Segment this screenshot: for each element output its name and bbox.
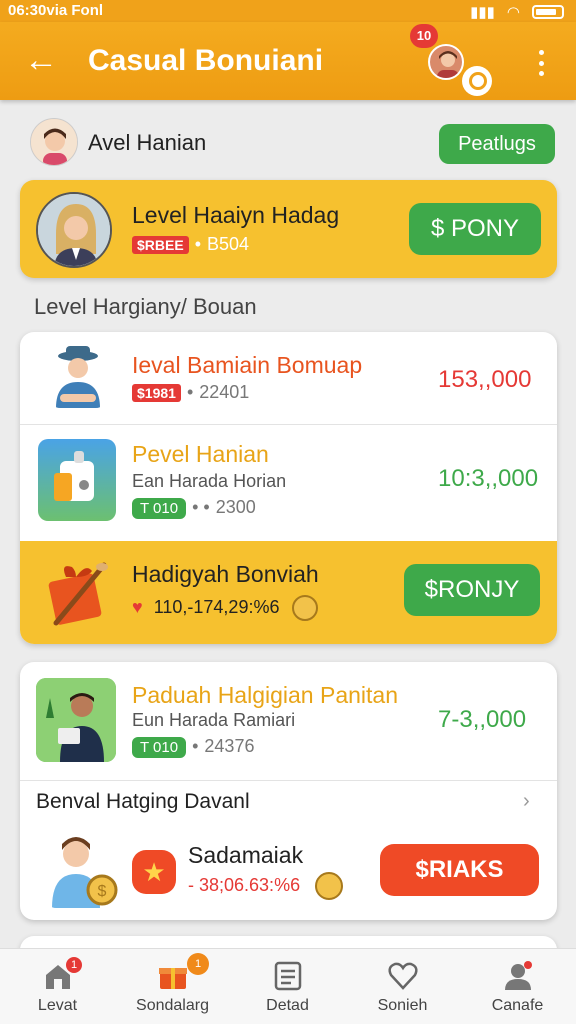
offer-meta: - 38;06.63:%6 <box>188 874 301 895</box>
star-badge-icon: ★ <box>132 850 176 894</box>
nav-item-detad[interactable]: Detad <box>230 949 345 1024</box>
item-meta: T 010 • • 2300 <box>132 497 256 519</box>
battery-icon <box>532 5 564 19</box>
status-time: 06:30via Fonl <box>8 2 104 19</box>
app-bar: ← Casual Bonuiani 10 <box>0 22 576 100</box>
item-subtitle: Ean Harada Horian <box>132 471 287 491</box>
featured-meta-value: B504 <box>207 234 250 254</box>
item-title: Ieval Bamiain Bomuap <box>132 352 363 378</box>
featured-tag: $RBEE <box>132 236 189 254</box>
profile-icon <box>505 961 532 990</box>
page-title: Casual Bonuiani <box>88 44 324 77</box>
profile-row: Avel Hanian Peatlugs <box>30 118 560 172</box>
item-meta-value: 24376 <box>204 736 255 756</box>
app-icon <box>38 439 116 521</box>
profile-action-button[interactable]: Peatlugs <box>439 124 555 164</box>
item-tag: T 010 <box>132 498 187 519</box>
nav-item-sondalarg[interactable]: 1 Sondalarg <box>115 949 230 1024</box>
nav-item-sonieh[interactable]: Sonieh <box>345 949 460 1024</box>
nav-label: Canafe <box>491 997 544 1014</box>
subsection-title: Benval Hatging Davanl <box>36 790 250 813</box>
item-meta: $1981 • 22401 <box>132 382 249 403</box>
nav-item-levat[interactable]: 1 Levat <box>0 949 115 1024</box>
heart-icon: ♥ <box>132 596 143 617</box>
coin-icon <box>315 872 344 900</box>
promo-title: Hadigyah Bonviah <box>132 561 319 587</box>
more-menu-icon[interactable] <box>530 46 552 80</box>
featured-meta: $RBEE • B504 <box>132 234 249 255</box>
list-item[interactable]: Pevel Hanian Ean Harada Horian T 010 • • 2… <box>20 425 557 541</box>
signal-icon: ▮▮▮ <box>470 4 495 21</box>
worker-icon <box>36 678 116 762</box>
promo-meta-row: ♥ 110,-174,29:%6 <box>132 595 319 621</box>
section-title: Level Hargiany/ Bouan <box>34 294 257 319</box>
promo-buy-button[interactable]: $RONJY <box>404 564 540 616</box>
farmer-icon <box>50 342 106 408</box>
gift-box-icon <box>159 968 187 989</box>
product-list-card: Ieval Bamiain Bomuap $1981 • 22401 153,,00… <box>20 332 557 644</box>
profile-avatar[interactable] <box>30 118 78 166</box>
nav-label: Detad <box>266 997 309 1014</box>
item-meta-value: 22401 <box>199 382 250 402</box>
bottom-nav: 1 Levat 1 Sondalarg Detad Sonieh Canafe <box>0 948 576 1024</box>
nav-badge: 1 <box>187 953 209 975</box>
status-icons: ▮▮▮ ◠ <box>470 3 564 21</box>
header-avatar[interactable] <box>428 44 464 80</box>
offer-title: Sadamaiak <box>188 842 304 868</box>
nav-label: Levat <box>37 997 78 1014</box>
featured-card: Level Haaiyn Hadag $RBEE • B504 $ PONY <box>20 180 557 278</box>
promo-meta: 110,-174,29:%6 <box>153 596 280 617</box>
item-price: 153,,000 <box>438 366 532 393</box>
offer-meta-row: - 38;06.63:%6 <box>188 872 344 900</box>
item-subtitle: Eun Harada Ramiari <box>132 710 296 730</box>
item-price: 7-3,,000 <box>438 706 527 733</box>
featured-avatar <box>36 192 112 268</box>
document-icon <box>274 961 302 991</box>
item-title: Paduah Halgigian Panitan <box>132 682 398 708</box>
wifi-icon: ◠ <box>506 4 520 21</box>
nav-badge: 1 <box>66 957 82 973</box>
item-price: 10:3,,000 <box>438 465 539 492</box>
item-title: Pevel Hanian <box>132 441 269 467</box>
divider <box>20 780 557 781</box>
list-item[interactable]: Ieval Bamiain Bomuap $1981 • 22401 153,,00… <box>20 332 557 424</box>
list-item[interactable]: Paduah Halgigian Panitan Eun Harada Rami… <box>20 662 557 778</box>
chevron-right-icon[interactable]: › <box>523 790 530 813</box>
offer-button[interactable]: $RIAKS <box>380 844 539 896</box>
coin-icon <box>292 595 319 621</box>
profile-name: Avel Hanian <box>88 130 207 155</box>
nav-label: Sondalarg <box>136 997 209 1014</box>
search-icon[interactable] <box>462 66 492 96</box>
offer-row[interactable]: $ ★ Sadamaiak - 38;06.63:%6 $RIAKS <box>20 822 557 920</box>
item-meta-value: 2300 <box>215 497 256 517</box>
featured-title: Level Haaiyn Hadag <box>132 202 340 228</box>
heart-outline-icon <box>388 962 418 990</box>
nav-item-canafe[interactable]: Canafe <box>460 949 575 1024</box>
gift-icon <box>46 557 112 627</box>
status-bar: 06:30via Fonl ▮▮▮ ◠ <box>0 0 576 22</box>
svg-text:$: $ <box>98 883 107 900</box>
notification-badge: 10 <box>410 24 438 48</box>
promo-band: Hadigyah Bonviah ♥ 110,-174,29:%6 $RONJY <box>20 541 557 644</box>
featured-buy-button[interactable]: $ PONY <box>409 203 541 255</box>
item-meta: T 010 • 24376 <box>132 736 254 758</box>
man-with-coin-icon: $ <box>46 828 120 908</box>
item-tag: $1981 <box>132 384 181 402</box>
nav-label: Sonieh <box>377 997 428 1014</box>
product-list-card-2: Paduah Halgigian Panitan Eun Harada Rami… <box>20 662 557 920</box>
item-tag: T 010 <box>132 737 187 758</box>
back-arrow-icon[interactable]: ← <box>24 40 58 80</box>
